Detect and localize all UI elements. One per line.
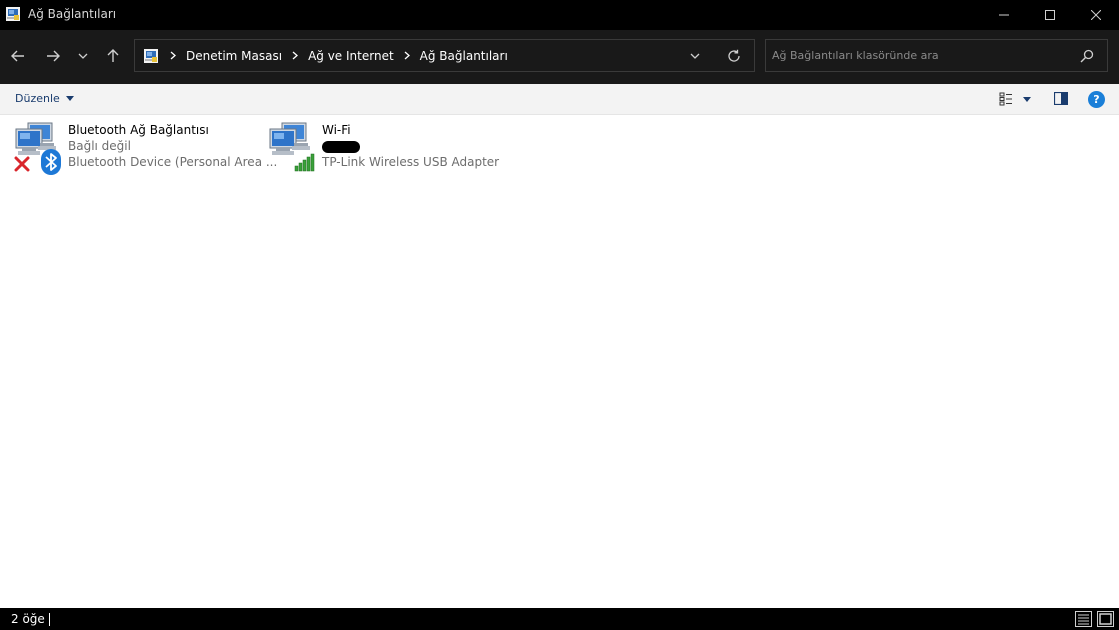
disconnected-x-icon <box>14 156 30 172</box>
connection-name: Bluetooth Ağ Bağlantısı <box>68 123 209 137</box>
breadcrumb-separator-icon[interactable] <box>399 40 415 71</box>
arrow-left-icon <box>11 50 24 62</box>
bluetooth-icon <box>41 149 61 175</box>
chevron-down-icon <box>78 53 88 59</box>
navigation-bar: Denetim Masası Ağ ve Internet Ağ Bağlant… <box>0 30 1119 84</box>
chevron-down-icon <box>690 53 700 59</box>
view-options-dropdown[interactable] <box>1023 97 1031 102</box>
forward-button[interactable] <box>41 44 65 68</box>
breadcrumb-separator-icon[interactable] <box>165 40 181 71</box>
connection-name: Wi-Fi <box>322 123 351 137</box>
status-divider <box>49 613 50 626</box>
breadcrumb-separator-icon[interactable] <box>287 40 303 71</box>
organize-label: Düzenle <box>15 92 60 105</box>
breadcrumb-network-connections[interactable]: Ağ Bağlantıları <box>415 49 513 63</box>
item-count: 2 öğe <box>11 612 45 626</box>
refresh-icon <box>728 49 740 62</box>
list-item-wifi-connection[interactable]: Wi-Fi TP-Link Wireless USB Adapter <box>268 120 499 180</box>
breadcrumb-network-internet[interactable]: Ağ ve Internet <box>303 49 399 63</box>
refresh-button[interactable] <box>725 47 743 65</box>
close-button[interactable] <box>1073 0 1119 30</box>
close-icon <box>1091 10 1101 20</box>
breadcrumb-control-panel[interactable]: Denetim Masası <box>181 49 287 63</box>
status-bar: 2 öğe <box>0 608 1119 630</box>
preview-pane-icon[interactable] <box>1054 92 1068 105</box>
connection-status: Bağlı değil <box>68 139 131 153</box>
help-icon[interactable]: ? <box>1088 91 1105 108</box>
connection-device: TP-Link Wireless USB Adapter <box>322 155 500 169</box>
large-icons-view-icon[interactable] <box>1097 611 1114 627</box>
connections-list: Bluetooth Ağ Bağlantısı Bağlı değil Blue… <box>0 115 1119 608</box>
maximize-icon <box>1045 10 1055 20</box>
command-bar: Düzenle ? <box>0 84 1119 115</box>
address-dropdown-button[interactable] <box>687 48 703 64</box>
arrow-right-icon <box>47 50 60 62</box>
minimize-icon <box>999 14 1009 16</box>
search-box[interactable] <box>765 39 1108 72</box>
details-view-icon[interactable] <box>1075 611 1092 627</box>
network-connections-icon <box>144 49 158 63</box>
list-item-bluetooth-connection[interactable]: Bluetooth Ağ Bağlantısı Bağlı değil Blue… <box>14 120 277 180</box>
search-icon[interactable] <box>1079 48 1095 64</box>
arrow-up-icon <box>107 49 119 62</box>
up-button[interactable] <box>101 44 125 68</box>
search-input[interactable] <box>772 46 1072 65</box>
connection-device: Bluetooth Device (Personal Area ... <box>68 155 278 169</box>
title-bar: Ağ Bağlantıları <box>0 0 1119 30</box>
window-title: Ağ Bağlantıları <box>28 7 117 21</box>
minimize-button[interactable] <box>981 0 1027 30</box>
recent-locations-button[interactable] <box>71 44 95 68</box>
maximize-button[interactable] <box>1027 0 1073 30</box>
connection-status-redacted <box>322 141 360 156</box>
chevron-down-icon <box>65 96 74 101</box>
change-view-icon[interactable] <box>999 92 1013 106</box>
address-bar[interactable]: Denetim Masası Ağ ve Internet Ağ Bağlant… <box>134 39 755 72</box>
back-button[interactable] <box>6 44 30 68</box>
breadcrumb: Denetim Masası Ağ ve Internet Ağ Bağlant… <box>165 40 513 71</box>
wifi-signal-icon <box>294 153 315 172</box>
organize-menu-button[interactable]: Düzenle <box>15 92 74 105</box>
network-connections-app-icon <box>6 7 20 21</box>
